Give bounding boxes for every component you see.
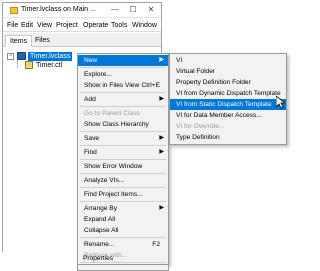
submenu-item-vi-from-dynamic-dispatch-template[interactable]: VI from Dynamic Dispatch Template (170, 88, 286, 99)
labview-project-icon (10, 7, 18, 14)
context-menu-tail (77, 265, 169, 271)
menu-item-explore[interactable]: Explore... (78, 69, 168, 80)
menu-view[interactable]: View (37, 22, 52, 29)
menu-bar: File Edit View Project Operate Tools Win… (3, 19, 161, 32)
separator (80, 237, 166, 238)
separator (80, 201, 166, 202)
tab-files[interactable]: Files (31, 35, 54, 47)
maximize-button[interactable]: ☐ (127, 5, 139, 15)
collapse-icon[interactable]: − (7, 53, 14, 60)
control-icon (25, 61, 33, 69)
new-submenu: VI Virtual Folder Property Definition Fo… (169, 53, 287, 145)
menu-item-save[interactable]: Save ▶ (78, 133, 168, 144)
submenu-item-virtual-folder[interactable]: Virtual Folder (170, 66, 286, 77)
menu-item-find-project-items[interactable]: Find Project Items... (78, 189, 168, 200)
separator (80, 187, 166, 188)
close-button[interactable]: ✕ (145, 5, 157, 15)
menu-file[interactable]: File (7, 22, 18, 29)
tree-item-class[interactable]: − Timer.lvclass (7, 52, 77, 61)
menu-item-properties[interactable]: Properties (77, 253, 167, 264)
menu-tools[interactable]: Tools (111, 22, 127, 29)
menu-item-analyze-vis[interactable]: Analyze VIs... (78, 175, 168, 186)
separator (80, 131, 166, 132)
menu-item-add[interactable]: Add ▶ (78, 94, 168, 105)
lvclass-icon (17, 52, 26, 60)
menu-item-collapse-all[interactable]: Collapse All (78, 225, 168, 236)
separator (80, 92, 166, 93)
menu-operate[interactable]: Operate (83, 22, 108, 29)
menu-item-go-to-parent-class: Go to Parent Class (84, 110, 140, 117)
menu-item-rename[interactable]: Rename... F2 (78, 239, 168, 250)
separator (80, 67, 166, 68)
menu-item-show-in-files-view[interactable]: Show in Files View Ctrl+E (78, 80, 168, 91)
separator (80, 159, 166, 160)
submenu-item-vi-for-override: VI for Override... (176, 123, 225, 130)
menu-item-show-class-hierarchy[interactable]: Show Class Hierarchy (78, 119, 168, 130)
tab-bar: Items Files (3, 33, 161, 47)
menu-window[interactable]: Window (132, 22, 157, 29)
menu-item-arrange-by[interactable]: Arrange By ▶ (78, 203, 168, 214)
menu-item-new[interactable]: New ▶ (78, 55, 168, 66)
minimize-button[interactable]: — (109, 5, 121, 15)
mouse-cursor-icon (276, 96, 285, 109)
menu-item-expand-all[interactable]: Expand All (78, 214, 168, 225)
tree-item-label: Timer.lvclass (28, 52, 73, 61)
menu-project[interactable]: Project (56, 22, 78, 29)
context-menu: New ▶ Explore... Show in Files View Ctrl+E… (77, 53, 169, 265)
tab-items[interactable]: Items (5, 35, 33, 47)
submenu-item-vi[interactable]: VI (170, 55, 286, 66)
menu-item-show-error-window[interactable]: Show Error Window (78, 161, 168, 172)
menu-item-find[interactable]: Find ▶ (78, 147, 168, 158)
tree-item-label: Timer.ctl (36, 62, 63, 69)
separator (80, 173, 166, 174)
window-title: Timer.lvclass on Main ... (21, 6, 96, 13)
separator (80, 106, 166, 107)
menu-edit[interactable]: Edit (21, 22, 33, 29)
separator (80, 145, 166, 146)
submenu-item-vi-from-static-dispatch-template[interactable]: VI from Static Dispatch Template (170, 99, 286, 110)
submenu-item-type-definition[interactable]: Type Definition (170, 132, 286, 143)
tree-item-control[interactable]: Timer.ctl (17, 61, 77, 70)
title-bar[interactable]: Timer.lvclass on Main ... — ☐ ✕ (3, 3, 161, 18)
submenu-item-property-definition-folder[interactable]: Property Definition Folder (170, 77, 286, 88)
submenu-item-vi-for-data-member-access[interactable]: VI for Data Member Access... (170, 110, 286, 121)
